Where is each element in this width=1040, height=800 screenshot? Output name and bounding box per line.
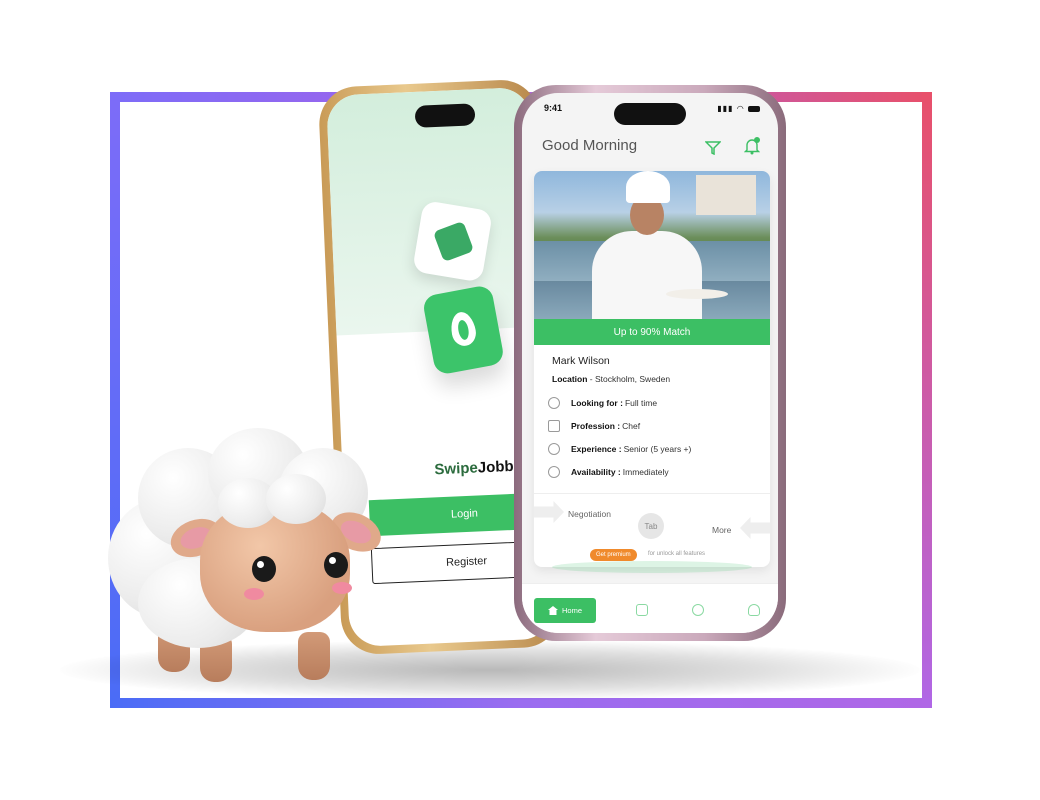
chef-hat [626, 171, 670, 203]
tab-button[interactable]: Tab [638, 513, 664, 539]
sheep-cheek [332, 582, 352, 594]
chef-figure [592, 231, 702, 321]
notification-bell-icon[interactable] [744, 137, 760, 155]
bottom-navigation: Home [522, 583, 778, 633]
detail-label: Profession : [571, 421, 621, 431]
swipe-right-arrow-icon[interactable] [740, 517, 770, 539]
detail-value: Chef [622, 421, 641, 431]
sheep-cheek [244, 588, 264, 600]
swipe-left-arrow-icon[interactable] [534, 501, 564, 523]
detail-label: Availability : [571, 467, 621, 477]
stats-icon[interactable] [692, 604, 704, 616]
home-icon [547, 606, 558, 615]
dynamic-island [414, 103, 476, 128]
candidate-location: Location - Stockholm, Sweden [552, 374, 670, 384]
card-divider [534, 493, 770, 494]
background-building [696, 175, 756, 215]
frame-right-edge [922, 92, 932, 708]
candidate-name: Mark Wilson [552, 355, 610, 367]
experience-icon [548, 443, 560, 455]
nav-home-label: Home [561, 606, 582, 615]
brand-part-2: Jobb [477, 457, 514, 477]
card-glow [552, 561, 752, 573]
location-label: Location [552, 374, 588, 384]
app-logo-card-green [421, 284, 506, 376]
detail-row-experience: Experience : Senior (5 years +) [548, 443, 691, 455]
filter-icon[interactable] [705, 141, 721, 155]
nav-home-button[interactable]: Home [534, 598, 596, 623]
sheep-wool [266, 474, 326, 524]
detail-label: Experience : [571, 444, 622, 454]
location-value: - Stockholm, Sweden [587, 374, 671, 384]
home-phone: 9:41 ▮▮▮ ◠ Good Morning Up to 90% Match … [514, 85, 786, 641]
chat-icon[interactable] [636, 604, 648, 616]
detail-value: Senior (5 years +) [623, 444, 692, 454]
search-icon [548, 397, 560, 409]
leaf-logo-icon [432, 220, 475, 263]
food-plate [666, 289, 728, 299]
detail-value: Full time [624, 398, 658, 408]
candidate-photo [534, 171, 770, 321]
candidate-card[interactable]: Up to 90% Match Mark Wilson Location - S… [534, 171, 770, 567]
detail-label: Looking for : [571, 398, 623, 408]
get-premium-button[interactable]: Get premium [590, 549, 637, 561]
status-bar-icons: ▮▮▮ ◠ [717, 104, 760, 113]
sheep-mascot [108, 428, 398, 688]
greeting-title: Good Morning [542, 137, 638, 154]
signal-icon: ▮▮▮ [717, 104, 734, 113]
battery-icon [748, 105, 760, 112]
wifi-icon: ◠ [736, 104, 745, 113]
profile-icon[interactable] [748, 604, 760, 616]
sheep-eye [252, 556, 276, 582]
detail-row-profession: Profession : Chef [548, 420, 640, 432]
brand-logo-text: SwipeJobb [434, 458, 514, 478]
detail-value: Immediately [622, 467, 669, 477]
swipe-right-label: More [712, 525, 732, 535]
detail-row-looking-for: Looking for : Full time [548, 397, 657, 409]
dynamic-island [614, 103, 686, 125]
availability-icon [548, 466, 560, 478]
app-logo-card-light [412, 200, 493, 283]
detail-row-availability: Availability : Immediately [548, 466, 669, 478]
brand-part-1: Swipe [434, 459, 479, 479]
briefcase-icon [548, 420, 560, 432]
promo-stage: SwipeJobb Login Register 9:41 ▮▮▮ ◠ Good… [0, 0, 1040, 800]
premium-hint: for unlock all features [648, 551, 706, 557]
status-time: 9:41 [544, 103, 563, 113]
home-screen: 9:41 ▮▮▮ ◠ Good Morning Up to 90% Match … [522, 93, 778, 633]
sheep-leg [298, 632, 330, 680]
swipe-left-label: Negotiation [568, 509, 612, 519]
match-banner: Up to 90% Match [534, 319, 770, 345]
drop-logo-icon [448, 310, 479, 348]
sheep-eye [324, 552, 348, 578]
